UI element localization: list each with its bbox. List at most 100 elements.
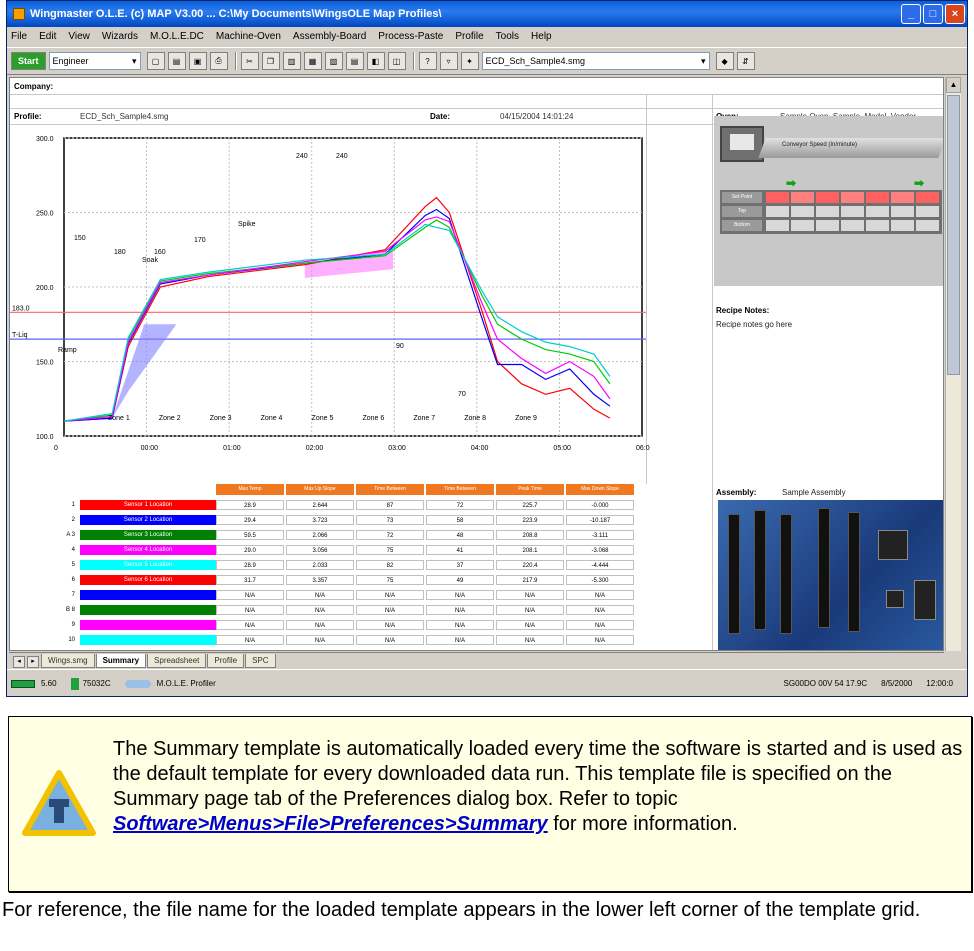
table-icon[interactable]: ▤ (345, 52, 364, 70)
menu-process-paste[interactable]: Process-Paste (378, 31, 443, 42)
sensor-table-row[interactable]: 10 N/A N/A N/A N/A N/A N/A (10, 635, 650, 646)
chart-icon[interactable]: ▧ (324, 52, 343, 70)
status-value-2: 75032C (82, 679, 111, 688)
sensor-value-cell: 2.644 (286, 500, 354, 510)
start-button[interactable]: Start (11, 52, 46, 70)
x-tick-label: 00:00 (141, 445, 159, 452)
zone-label: Zone 7 (413, 415, 435, 422)
minimize-button[interactable]: _ (901, 4, 921, 24)
sensor-value-cell: 37 (426, 560, 494, 570)
footer-text: For reference, the file name for the loa… (2, 899, 921, 921)
sensor-value-cell: N/A (566, 635, 634, 645)
preferences-summary-link[interactable]: Software>Menus>File>Preferences>Summary (113, 813, 548, 835)
tab-wings[interactable]: Wings.smg (41, 654, 95, 668)
sensor-table-row[interactable]: B 8 N/A N/A N/A N/A N/A N/A (10, 605, 650, 616)
menu-wizards[interactable]: Wizards (102, 31, 138, 42)
scroll-up-icon[interactable]: ▲ (946, 77, 961, 93)
sensor-table-row[interactable]: 9 N/A N/A N/A N/A N/A N/A (10, 620, 650, 631)
cut-icon[interactable]: ✂ (240, 52, 259, 70)
menu-mole-dc[interactable]: M.O.L.E.DC (150, 31, 204, 42)
menu-edit[interactable]: Edit (39, 31, 56, 42)
oven-zone-cell (841, 206, 864, 217)
filter-icon[interactable]: ▿ (439, 52, 458, 70)
profile-label: Profile: (14, 112, 42, 121)
print-icon[interactable]: ⎙ (209, 52, 228, 70)
sensor-value-cell: -3.068 (566, 545, 634, 555)
temperature-profile-chart[interactable]: 100.0 150.0 200.0 250.0 300.0 0 00:00 01:00 02:0… (10, 130, 650, 480)
zone-row-label: Bottom (722, 220, 762, 231)
pcb-slot (728, 514, 740, 634)
sensor-name (80, 605, 216, 615)
sensor-table-row[interactable]: 2 Sensor 2 Location 29.4 3.723 73 58 223.9 -10.… (10, 515, 650, 526)
wizard-icon[interactable]: ✦ (460, 52, 479, 70)
sensor-value-cell: 72 (426, 500, 494, 510)
window-title: Wingmaster O.L.E. (c) MAP V3.00 ... C:\M… (30, 8, 442, 20)
sensor-table-row[interactable]: 6 Sensor 6 Location 31.7 3.357 75 49 217.9 -5.3… (10, 575, 650, 586)
sheet-tabs: ◂ ▸ Wings.smg Summary Spreadsheet Profil… (9, 652, 944, 668)
tab-profile[interactable]: Profile (207, 654, 245, 668)
status-battery: 75032C (70, 677, 111, 690)
pin-icon[interactable]: ◆ (715, 52, 734, 70)
grid-icon[interactable]: ▦ (303, 52, 322, 70)
y-tick-label: 100.0 (36, 434, 54, 441)
menu-file[interactable]: File (11, 31, 27, 42)
menu-tools[interactable]: Tools (496, 31, 519, 42)
open-file-icon[interactable]: ▤ (167, 52, 186, 70)
status-value-3: M.O.L.E. Profiler (156, 679, 216, 688)
profile-file-select[interactable]: ECD_Sch_Sample4.smg ▾ (481, 52, 710, 70)
help-icon[interactable]: ? (418, 52, 437, 70)
pcb-slot (848, 512, 860, 632)
chart-annotation: Ramp (58, 347, 77, 354)
tab-next-icon[interactable]: ▸ (27, 656, 39, 668)
tab-spc[interactable]: SPC (245, 654, 276, 668)
sensor-table-row[interactable]: 4 Sensor 4 Location 29.0 3.056 75 41 208.1 -3.0… (10, 545, 650, 556)
sensor-value-cell: N/A (566, 605, 634, 615)
sensor-value-cell: 31.7 (216, 575, 284, 585)
menu-assembly-board[interactable]: Assembly-Board (293, 31, 366, 42)
oven-zone-cell (841, 192, 864, 203)
sensor-value-cell: 82 (356, 560, 424, 570)
spreadsheet-area[interactable]: Company: Profile: ECD_Sch_Sample4.smg Da… (9, 77, 944, 651)
sort-icon[interactable]: ⇵ (736, 52, 755, 70)
battery-icon (70, 677, 79, 690)
menu-machine-oven[interactable]: Machine-Oven (216, 31, 281, 42)
assembly-name: Sample Assembly (782, 488, 846, 497)
y-tick-label: 300.0 (36, 136, 54, 143)
oven-zone-cell (766, 206, 789, 217)
maximize-button[interactable]: □ (923, 4, 943, 24)
sensor-value-cell: N/A (286, 605, 354, 615)
copy-icon[interactable]: ❐ (261, 52, 280, 70)
new-file-icon[interactable]: ▢ (146, 52, 165, 70)
sensor-value-cell: 58 (426, 515, 494, 525)
scroll-thumb[interactable] (947, 95, 960, 375)
sensor-value-cell: 75 (356, 545, 424, 555)
pcb-slot (818, 508, 830, 628)
sensor-table-row[interactable]: 7 N/A N/A N/A N/A N/A N/A (10, 590, 650, 601)
tab-spreadsheet[interactable]: Spreadsheet (147, 654, 207, 668)
paste-icon[interactable]: ▥ (282, 52, 301, 70)
user-level-select[interactable]: Engineer ▾ (48, 52, 141, 70)
status-device: M.O.L.E. Profiler (124, 679, 216, 688)
menu-help[interactable]: Help (531, 31, 552, 42)
sensor-table-row[interactable]: A 3 Sensor 3 Location 59.5 2.066 72 48 208.8 -3… (10, 530, 650, 541)
warning-icon (22, 770, 96, 836)
tab-summary[interactable]: Summary (95, 654, 147, 668)
settings-icon[interactable]: ◫ (387, 52, 406, 70)
sensor-value-cell: -4.444 (566, 560, 634, 570)
oven-zone-cell (791, 206, 814, 217)
menu-profile[interactable]: Profile (455, 31, 483, 42)
sensor-table-row[interactable]: 5 Sensor 5 Location 28.9 2.033 82 37 220.4 -4.4… (10, 560, 650, 571)
recipe-notes-text[interactable]: Recipe notes go here (716, 320, 792, 329)
sensor-table-row[interactable]: 1 Sensor 1 Location 28.9 2.644 87 72 225.7 -0.0… (10, 500, 650, 511)
zoom-icon[interactable]: ◧ (366, 52, 385, 70)
vertical-scrollbar[interactable]: ▲ (945, 77, 961, 651)
tab-prev-icon[interactable]: ◂ (13, 656, 25, 668)
sensor-value-cell: N/A (286, 635, 354, 645)
menu-view[interactable]: View (68, 31, 90, 42)
grid-line (10, 94, 943, 95)
close-button[interactable]: × (945, 4, 965, 24)
zone-label: Zone 1 (108, 415, 130, 422)
sensor-value-cell: N/A (566, 620, 634, 630)
sensor-value-cell: N/A (496, 590, 564, 600)
save-icon[interactable]: ▣ (188, 52, 207, 70)
